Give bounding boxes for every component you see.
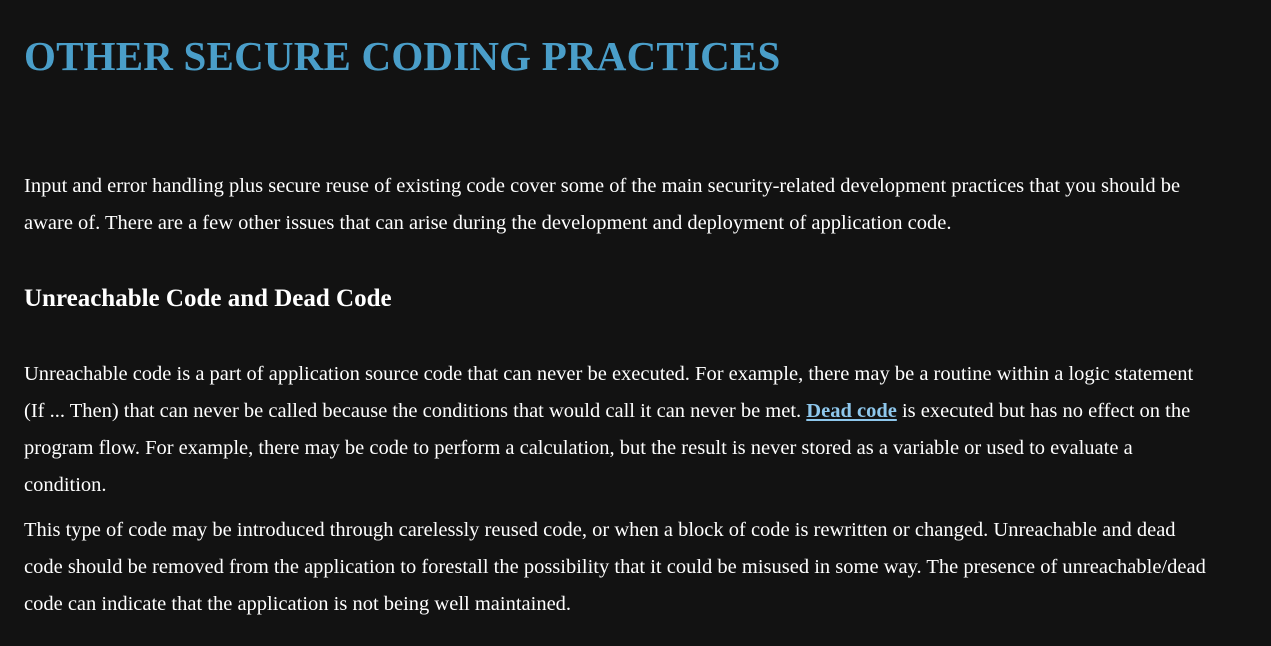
dead-code-link[interactable]: Dead code [806,400,897,422]
dead-code-paragraph: This type of code may be introduced thro… [24,512,1224,623]
intro-line: aware of. There are a few other issues t… [24,212,952,234]
paragraph-line: condition. [24,474,107,496]
paragraph-line: (If ... Then) that can never be called b… [24,393,1224,430]
intro-paragraph: Input and error handling plus secure reu… [24,168,1224,242]
paragraph-line: program flow. For example, there may be … [24,437,1133,459]
intro-line: Input and error handling plus secure reu… [24,175,1181,197]
content-page: OTHER SECURE CODING PRACTICES Input and … [0,0,1271,646]
paragraph-text: is executed but has no effect on the [896,400,1191,422]
paragraph-line: This type of code may be introduced thro… [24,519,1176,541]
paragraph-line: code can indicate that the application i… [24,593,572,615]
section-heading: Unreachable Code and Dead Code [24,285,392,312]
paragraph-line: Unreachable code is a part of applicatio… [24,363,1194,385]
paragraph-line: code should be removed from the applicat… [24,556,1206,578]
paragraph-text: (If ... Then) that can never be called b… [24,400,807,422]
page-title: OTHER SECURE CODING PRACTICES [24,33,781,79]
unreachable-code-paragraph: Unreachable code is a part of applicatio… [24,356,1224,504]
